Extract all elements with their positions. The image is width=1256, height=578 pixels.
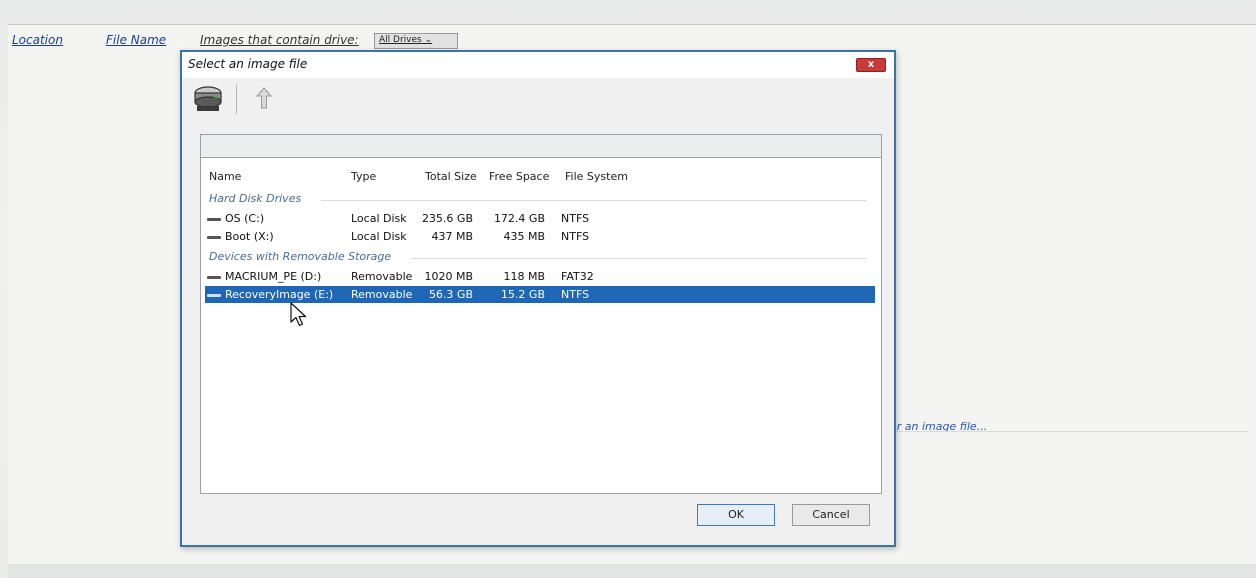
path-bar[interactable] [200,134,882,158]
location-column-header[interactable]: Location [12,33,63,47]
divider [888,431,1248,432]
drive-free-space: 435 MB [503,230,545,243]
list-column-headers: Name Type Total Size Free Space File Sys… [201,166,881,188]
dialog-toolbar [186,80,886,120]
drive-free-space: 15.2 GB [500,288,545,301]
drive-row-recoveryimage[interactable]: RecoveryImage (E:) Removable 56.3 GB 15.… [205,286,875,303]
drive-total-size: 437 MB [431,230,473,243]
group-divider [411,258,866,259]
free-space-column-header[interactable]: Free Space [489,170,549,183]
drive-row-os[interactable]: OS (C:) Local Disk 235.6 GB 172.4 GB NTF… [205,210,875,227]
group-divider [321,200,866,201]
drive-button[interactable] [188,80,228,118]
drive-name: RecoveryImage (E:) [225,288,334,301]
mouse-cursor-icon [290,302,307,327]
drive-name: MACRIUM_PE (D:) [225,270,322,283]
close-button[interactable]: x [856,58,886,72]
drive-row-macrium-pe[interactable]: MACRIUM_PE (D:) Removable 1020 MB 118 MB… [205,268,875,285]
disk-icon [207,294,221,297]
type-column-header[interactable]: Type [351,170,376,183]
select-image-dialog: Select an image file x Name Type Total S… [180,50,896,547]
drive-file-system: NTFS [561,288,590,301]
drive-row-boot[interactable]: Boot (X:) Local Disk 437 MB 435 MB NTFS [205,228,875,245]
total-size-column-header[interactable]: Total Size [425,170,477,183]
name-column-header[interactable]: Name [209,170,241,183]
drive-file-system: NTFS [561,212,590,225]
drive-name: OS (C:) [225,212,265,225]
drive-total-size: 1020 MB [424,270,473,283]
toolbar-separator [236,84,237,114]
footer-bar [8,564,1256,578]
drive-type: Removable [351,288,413,301]
ok-button[interactable]: OK [697,504,775,526]
drive-filter-select[interactable]: All Drives ⌄ [374,33,458,49]
dialog-title: Select an image file [188,57,308,71]
drive-name: Boot (X:) [225,230,274,243]
up-button[interactable] [244,80,284,118]
dialog-titlebar[interactable]: Select an image file x [182,52,894,78]
drive-type: Local Disk [351,212,407,225]
group-hard-disk-drives: Hard Disk Drives [209,192,359,205]
drive-free-space: 172.4 GB [493,212,545,225]
drive-total-size: 56.3 GB [428,288,473,301]
group-label: Hard Disk Drives [209,192,302,205]
drive-filter-label: Images that contain drive: [200,33,359,47]
drive-icon [194,86,222,111]
drive-type: Local Disk [351,230,407,243]
drive-file-system: NTFS [561,230,590,243]
disk-icon [207,236,221,239]
drive-free-space: 118 MB [503,270,545,283]
up-arrow-icon [255,87,273,109]
cancel-button[interactable]: Cancel [792,504,870,526]
disk-icon [207,218,221,221]
group-removable-storage: Devices with Removable Storage [209,250,429,263]
disk-icon [207,276,221,279]
screen: Location File Name Images that contain d… [0,0,1256,578]
group-label: Devices with Removable Storage [209,250,392,263]
drive-total-size: 235.6 GB [421,212,473,225]
drive-type: Removable [351,270,413,283]
file-name-column-header[interactable]: File Name [106,33,166,47]
drive-file-system: FAT32 [561,270,594,283]
drive-filter-value: All Drives [379,35,422,45]
file-system-column-header[interactable]: File System [565,170,628,183]
